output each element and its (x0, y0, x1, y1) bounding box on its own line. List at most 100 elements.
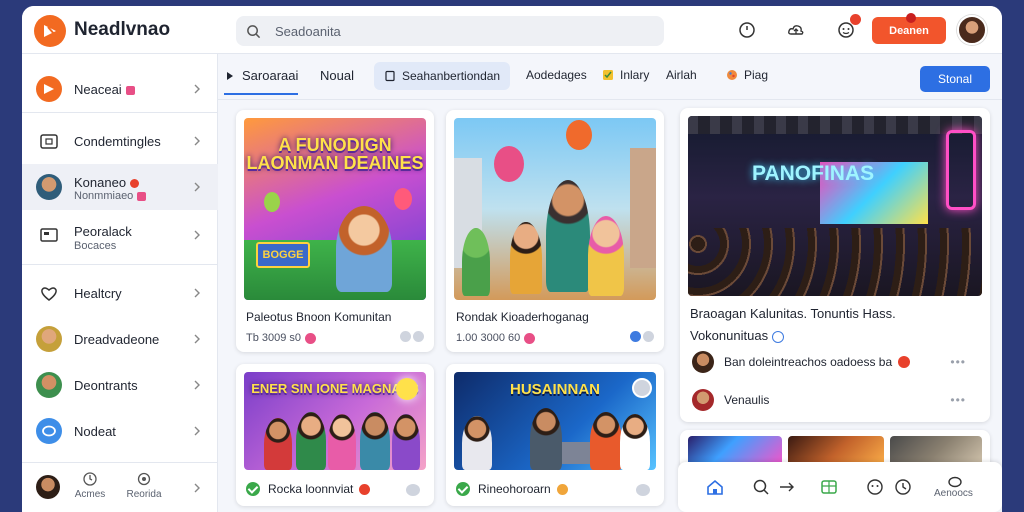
folder-icon (36, 128, 62, 154)
footer-label: Reorida (126, 489, 162, 500)
chevron-right-icon (194, 334, 200, 344)
thumbnail-sign: BOGGE (256, 242, 310, 268)
card-thumbnail: A FUNODIGN LAONMAN DEAINES BOGGE (244, 118, 426, 300)
header-cta-button[interactable]: Deanen (872, 13, 946, 44)
tab-noual[interactable]: Noual (320, 68, 354, 83)
tab-bar: Saroaraai Noual Seahanbertiondan Aodedag… (218, 54, 1002, 100)
chat-icon (36, 418, 62, 444)
sidebar-item-sublabel: Nonmmiaeo (74, 190, 147, 202)
sidebar-item-konaneo[interactable]: Konaneo Nonmmiaeo (22, 164, 218, 210)
sidebar-item-neaceai[interactable]: Neaceai (22, 66, 218, 112)
arrow-right-icon[interactable] (776, 476, 798, 498)
search-input[interactable]: Seadoanita (236, 16, 664, 46)
sidebar-item-label: Condemtingles (74, 133, 161, 149)
chevron-right-icon (194, 288, 200, 298)
sidebar-item-label: Deontrants (74, 377, 138, 393)
sidebar-item-sublabel: Bocaces (74, 240, 117, 252)
cloud-upload-icon[interactable] (785, 19, 807, 41)
sidebar-item-peoralack[interactable]: Peoralack Bocaces (22, 212, 218, 258)
reaction-icon[interactable] (406, 484, 420, 496)
notification-icon[interactable] (835, 14, 861, 41)
chevron-right-icon (194, 136, 200, 146)
app-logo-icon (36, 76, 62, 102)
card-title: Rineohoroarn (456, 482, 568, 496)
comment-text: Venaulis (724, 393, 770, 407)
sidebar-item-label: Konaneo (74, 175, 140, 190)
sidebar-item-deontrants[interactable]: Deontrants (22, 362, 218, 408)
top-bar: Neadlvnao Seadoanita Deanen (22, 6, 1002, 54)
user-avatar[interactable] (957, 15, 987, 45)
content-card[interactable]: A FUNODIGN LAONMAN DEAINES BOGGE Paleotu… (236, 110, 434, 352)
user-avatar-icon (36, 372, 62, 398)
timer-icon[interactable] (892, 476, 914, 498)
reaction-icons (400, 331, 424, 345)
checkbox-icon (603, 70, 613, 80)
clock-icon[interactable] (736, 19, 758, 41)
tab-aodedages[interactable]: Aodedages (526, 68, 587, 82)
tab-piag[interactable]: Piag (726, 68, 768, 82)
sidebar-item-label: Peoralack (74, 224, 132, 239)
user-avatar-icon (36, 174, 62, 200)
app-window: Neadlvnao Seadoanita Deanen Neaceai Cond… (22, 6, 1002, 512)
card-title: Rocka loonnviat (246, 482, 371, 496)
tab-seahanbertiondan[interactable]: Seahanbertiondan (374, 62, 511, 90)
user-avatar-icon[interactable] (36, 475, 60, 499)
comment-text: Ban doleintreachos oadoess ba (724, 355, 893, 369)
content-card[interactable]: HUSAINNAN Rineohoroarn (446, 364, 664, 506)
featured-subtitle: Vokonunituas (690, 328, 784, 343)
featured-title: Braoagan Kalunitas. Tonuntis Hass. (690, 306, 896, 321)
user-avatar-icon (692, 351, 714, 373)
heart-icon (36, 280, 62, 306)
sidebar-item-nodeat[interactable]: Nodeat (22, 408, 218, 454)
card-thumbnail (454, 118, 656, 300)
comment-row[interactable]: Ban doleintreachos oadoess ba ••• (692, 348, 978, 376)
chevron-right-icon (194, 84, 200, 94)
cta-badge (906, 13, 916, 23)
user-avatar-icon (692, 389, 714, 411)
chevron-right-icon (194, 426, 200, 436)
sidebar-item-label: Healtcry (74, 285, 122, 301)
tab-airlah[interactable]: Airlah (666, 68, 697, 82)
tab-inlary[interactable]: Inlary (602, 68, 649, 82)
content-card[interactable]: Rondak Kioaderhoganag 1.00 3000 60 (446, 110, 664, 352)
sidebar-footer-reorida[interactable]: Reorida (122, 471, 166, 500)
sidebar-item-healtcry[interactable]: Healtcry (22, 270, 218, 316)
sidebar-footer: Acmes Reorida (22, 462, 218, 512)
grid-icon[interactable] (818, 476, 840, 498)
sidebar-item-label: Nodeat (74, 423, 116, 439)
chevron-right-icon (194, 380, 200, 390)
card-meta: 1.00 3000 60 (456, 332, 536, 344)
notification-badge (850, 14, 861, 25)
featured-sign: PANOFINAS (752, 162, 875, 185)
card-thumbnail: ENER SIN IONE MAGNABS (244, 372, 426, 470)
featured-card[interactable]: PANOFINAS Braoagan Kalunitas. Tonuntis H… (680, 108, 990, 422)
reaction-icon[interactable] (636, 484, 650, 496)
sidebar: Neaceai Condemtingles Konaneo Nonmmiaeo … (22, 54, 218, 512)
app-logo-icon[interactable] (34, 15, 66, 47)
card-thumbnail: HUSAINNAN (454, 372, 656, 470)
home-icon[interactable] (704, 476, 726, 498)
smiley-icon[interactable] (864, 476, 886, 498)
content-card[interactable]: ENER SIN IONE MAGNABS Rocka loonnviat (236, 364, 434, 506)
search-placeholder: Seadoanita (275, 23, 341, 39)
sidebar-item-condemtingles[interactable]: Condemtingles (22, 118, 218, 164)
bottom-dock: Aenoocs (678, 462, 1002, 512)
search-icon[interactable] (750, 476, 772, 498)
screen-icon (36, 222, 62, 248)
sidebar-item-dreadvadeone[interactable]: Dreadvadeone (22, 316, 218, 362)
chevron-right-icon (194, 182, 200, 192)
tab-saroaraai[interactable]: Saroaraai (224, 68, 299, 95)
check-icon (246, 482, 260, 496)
dock-label: Aenoocs (934, 488, 973, 499)
chevron-right-icon[interactable] (192, 483, 202, 493)
reaction-icons (630, 331, 654, 345)
more-options-icon[interactable]: ••• (950, 393, 966, 407)
sidebar-item-label: Neaceai (74, 82, 135, 97)
comment-row[interactable]: Venaulis ••• (692, 386, 978, 414)
more-options-icon[interactable]: ••• (950, 355, 966, 369)
new-button[interactable]: Stonal (920, 66, 990, 92)
palette-icon (727, 70, 737, 80)
sidebar-footer-acmes[interactable]: Acmes (68, 471, 112, 500)
user-avatar-icon (36, 326, 62, 352)
clock-icon (83, 472, 97, 486)
